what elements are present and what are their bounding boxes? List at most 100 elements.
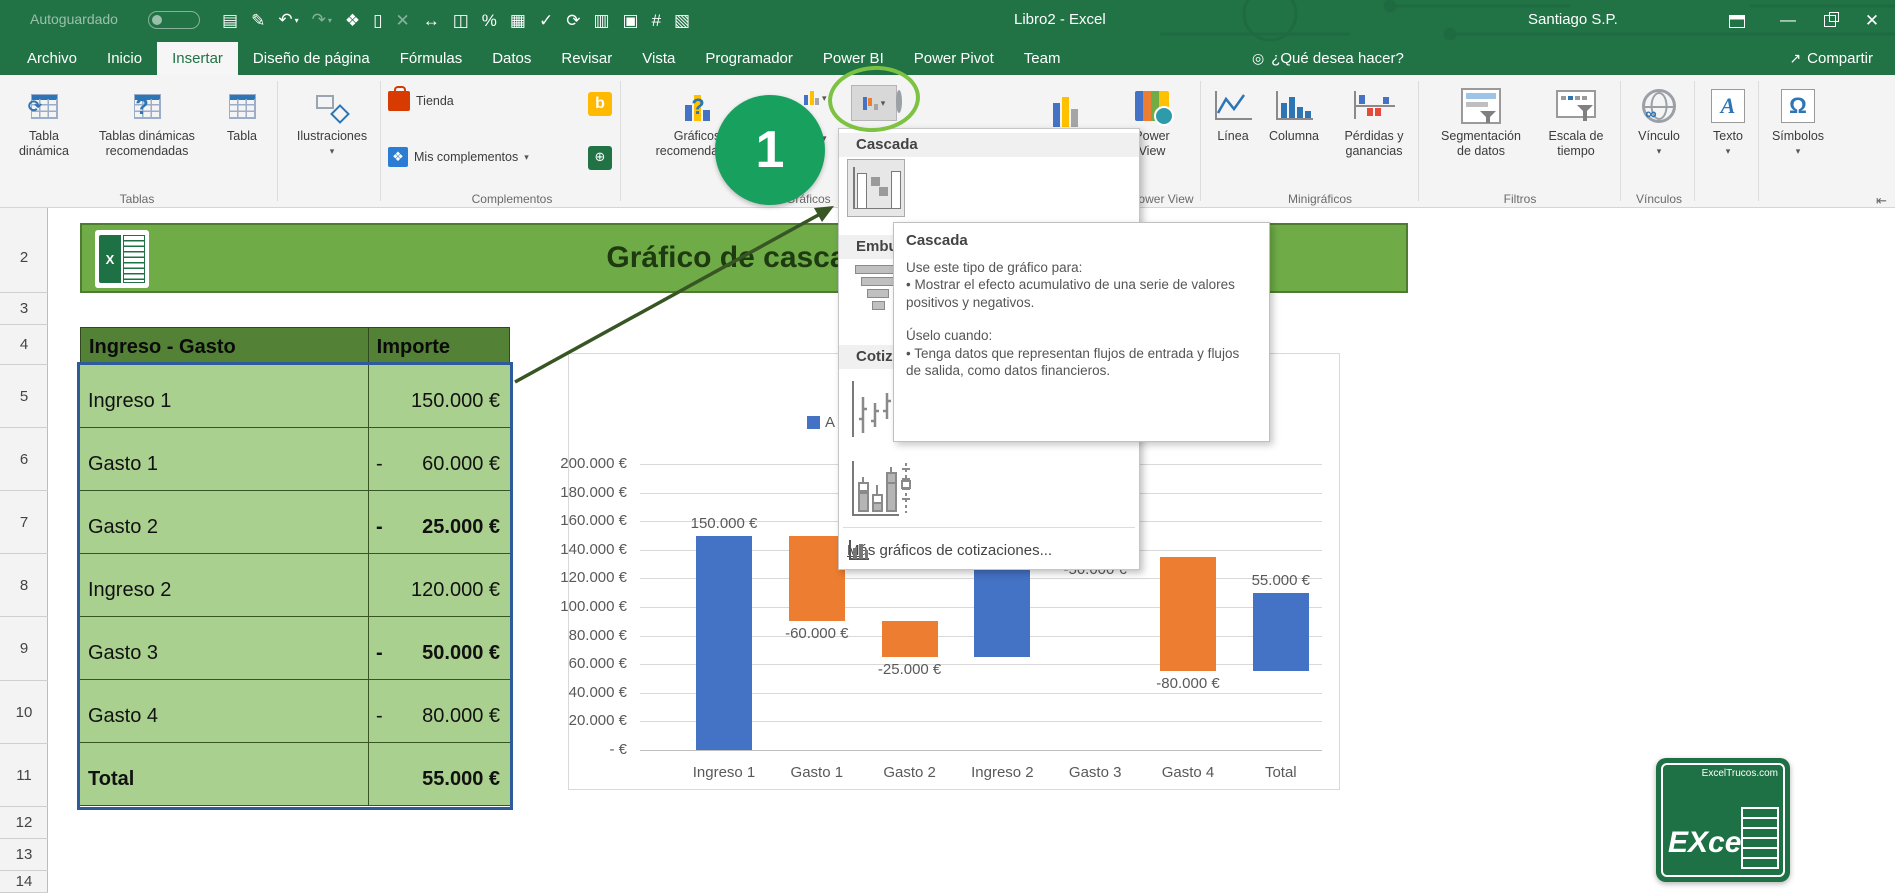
row-amount-cell[interactable]: - 80.000 € xyxy=(368,680,510,742)
my-addins-button[interactable]: ❖ Mis complementos ▾ xyxy=(388,147,529,167)
table-row[interactable]: Ingreso 2 120.000 € xyxy=(80,554,510,617)
table-row[interactable]: Total 55.000 € xyxy=(80,743,510,806)
clear-filter-icon[interactable]: ✕ xyxy=(395,9,409,33)
calculate-sheet-icon[interactable]: ▥ xyxy=(593,9,609,33)
sparkline-line-button[interactable]: Línea xyxy=(1210,83,1256,144)
table-row[interactable]: Gasto 1 - 60.000 € xyxy=(80,428,510,491)
tab-diseno[interactable]: Diseño de página xyxy=(238,42,385,75)
row-header[interactable]: 8 xyxy=(0,554,48,617)
row-header[interactable]: 2 xyxy=(0,223,48,293)
people-graph-icon[interactable]: ⊕ xyxy=(588,146,612,170)
store-button[interactable]: Tienda xyxy=(388,86,454,111)
row-amount-cell[interactable]: 120.000 € xyxy=(368,554,510,616)
row-amount-cell[interactable]: 55.000 € xyxy=(368,743,510,805)
table-row[interactable]: Gasto 4 - 80.000 € xyxy=(80,680,510,743)
row-label-cell[interactable]: Gasto 3 xyxy=(80,617,368,679)
row-label-cell[interactable]: Ingreso 2 xyxy=(80,554,368,616)
ribbon-display-options-icon[interactable] xyxy=(1722,0,1752,42)
table-button[interactable]: Tabla xyxy=(212,83,272,144)
row-amount-cell[interactable]: - 25.000 € xyxy=(368,491,510,553)
symbols-button[interactable]: Ω Símbolos ▾ xyxy=(1764,83,1832,159)
print-preview-icon[interactable]: ◫ xyxy=(453,9,469,33)
row-header[interactable]: 12 xyxy=(0,807,48,839)
table-row[interactable]: Gasto 2 - 25.000 € xyxy=(80,491,510,554)
row-label-cell[interactable]: Gasto 4 xyxy=(80,680,368,742)
row-label-cell[interactable]: Total xyxy=(80,743,368,805)
print-icon[interactable]: ▦ xyxy=(510,9,526,33)
redo-icon[interactable]: ↷ xyxy=(312,8,332,35)
number-format-icon[interactable]: # xyxy=(652,9,661,33)
row-amount-cell[interactable]: - 50.000 € xyxy=(368,617,510,679)
tab-insertar[interactable]: Insertar xyxy=(157,42,238,75)
paste-special-icon[interactable]: ▧ xyxy=(674,9,690,33)
tell-me-search[interactable]: ◎ ¿Qué desea hacer? xyxy=(1252,42,1404,75)
y-axis-tick-label: 120.000 € xyxy=(560,569,627,587)
illustrations-button[interactable]: Ilustraciones ▾ xyxy=(288,83,376,159)
pivot-chart-button[interactable] xyxy=(1053,97,1078,127)
tab-vista[interactable]: Vista xyxy=(627,42,690,75)
tab-programador[interactable]: Programador xyxy=(690,42,808,75)
text-button[interactable]: A Texto ▾ xyxy=(1700,83,1756,159)
collapse-ribbon-pin-icon[interactable]: ⇤ xyxy=(1876,193,1887,209)
tab-team[interactable]: Team xyxy=(1009,42,1076,75)
row-header[interactable]: 5 xyxy=(0,365,48,428)
row-label-cell[interactable]: Gasto 2 xyxy=(80,491,368,553)
row-header[interactable]: 3 xyxy=(0,293,48,325)
more-stock-charts-item[interactable]: Más gráficos de cotizaciones... xyxy=(839,533,1139,567)
bar-data-label: -25.000 € xyxy=(877,661,942,679)
row-label-cell[interactable]: Gasto 1 xyxy=(80,428,368,490)
undo-icon[interactable]: ↶ xyxy=(278,8,298,35)
refresh-icon[interactable]: ⟳ xyxy=(566,9,580,33)
row-label-cell[interactable]: Ingreso 1 xyxy=(80,365,368,427)
row-amount-cell[interactable]: - 60.000 € xyxy=(368,428,510,490)
row-header[interactable]: 14 xyxy=(0,871,48,893)
row-header[interactable]: 9 xyxy=(0,617,48,681)
share-button[interactable]: ↗ Compartir xyxy=(1789,42,1873,75)
waterfall-thumbnail[interactable] xyxy=(847,159,905,217)
link-button[interactable]: ∞ Vínculo ▾ xyxy=(1630,83,1688,159)
recommended-pivots-button[interactable]: ? Tablas dinámicas recomendadas xyxy=(84,83,210,159)
sparkline-winloss-button[interactable]: Pérdidas y ganancias xyxy=(1334,83,1414,159)
table-header-row[interactable]: Ingreso - Gasto Importe xyxy=(80,327,510,365)
slicer-button[interactable]: Segmentación de datos xyxy=(1428,83,1534,159)
resize-window-icon[interactable]: ↔ xyxy=(423,9,440,33)
row-header[interactable]: 13 xyxy=(0,839,48,871)
new-document-icon[interactable]: ▯ xyxy=(373,9,382,33)
row-header[interactable]: 7 xyxy=(0,491,48,554)
stock-candlestick-thumbnail[interactable] xyxy=(849,459,913,521)
column-chart-button[interactable]: ▾ xyxy=(804,91,827,105)
tab-formulas[interactable]: Fórmulas xyxy=(385,42,478,75)
table-row[interactable]: Gasto 3 - 50.000 € xyxy=(80,617,510,680)
row-amount-cell[interactable]: 150.000 € xyxy=(368,365,510,427)
bar-data-label: 150.000 € xyxy=(690,514,758,532)
form-icon[interactable]: ▣ xyxy=(623,9,639,33)
link-icon: ∞ xyxy=(1630,83,1688,129)
chevron-down-icon: ▾ xyxy=(524,151,529,162)
new-file-icon[interactable]: ▤ xyxy=(222,9,238,33)
close-button[interactable]: ✕ xyxy=(1852,0,1892,42)
timeline-button[interactable]: Escala de tiempo xyxy=(1538,83,1614,159)
pivot-table-button[interactable]: ⟳ Tabla dinámica xyxy=(8,83,80,159)
autosave-toggle[interactable] xyxy=(148,11,200,29)
sparkline-column-button[interactable]: Columna xyxy=(1262,83,1326,144)
tab-revisar[interactable]: Revisar xyxy=(546,42,627,75)
row-header[interactable]: 6 xyxy=(0,428,48,491)
text-label: Texto xyxy=(1713,129,1743,143)
save-icon[interactable]: ✎ xyxy=(251,9,265,33)
tab-datos[interactable]: Datos xyxy=(477,42,546,75)
row-header[interactable]: 4 xyxy=(0,325,48,365)
tab-power-pivot[interactable]: Power Pivot xyxy=(899,42,1009,75)
spelling-icon[interactable]: ✓ xyxy=(539,9,553,33)
row-header[interactable]: 11 xyxy=(0,744,48,807)
restore-button[interactable] xyxy=(1810,0,1850,42)
tab-archivo[interactable]: Archivo xyxy=(12,42,92,75)
row-header[interactable]: 10 xyxy=(0,681,48,744)
bing-maps-icon[interactable]: b xyxy=(588,92,612,116)
user-name[interactable]: Santiago S.P. xyxy=(1528,11,1618,28)
table-row[interactable]: Ingreso 1 150.000 € xyxy=(80,365,510,428)
amount-value: 80.000 € xyxy=(422,705,500,727)
percent-style-icon[interactable]: % xyxy=(482,9,497,33)
tab-inicio[interactable]: Inicio xyxy=(92,42,157,75)
format-painter-icon[interactable]: ❖ xyxy=(345,9,360,33)
minimize-button[interactable]: — xyxy=(1768,0,1808,42)
